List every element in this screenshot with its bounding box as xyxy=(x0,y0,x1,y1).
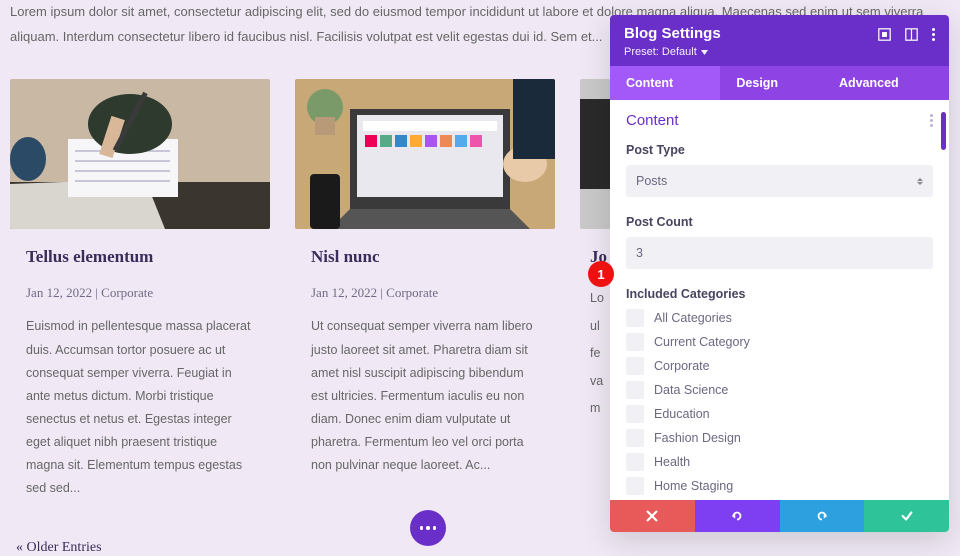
section-title[interactable]: Content xyxy=(626,112,679,129)
fab-button[interactable] xyxy=(410,510,446,546)
category-label: Current Category xyxy=(654,335,750,349)
checkbox[interactable] xyxy=(626,453,644,471)
post-title[interactable]: Tellus elementum xyxy=(26,247,254,267)
checkbox[interactable] xyxy=(626,309,644,327)
post-thumbnail[interactable] xyxy=(10,79,270,229)
category-row[interactable]: Corporate xyxy=(626,357,933,375)
tab-content[interactable]: Content xyxy=(610,66,720,100)
category-label: Corporate xyxy=(654,359,710,373)
category-row[interactable]: All Categories xyxy=(626,309,933,327)
redo-button[interactable] xyxy=(780,500,865,532)
checkbox[interactable] xyxy=(626,405,644,423)
settings-panel: Blog Settings Preset: Default Content De… xyxy=(610,15,949,532)
post-meta: Jan 12, 2022 | Corporate xyxy=(311,285,539,301)
kebab-menu-icon[interactable] xyxy=(932,28,935,41)
preset-dropdown[interactable]: Preset: Default xyxy=(624,46,721,58)
category-label: Health xyxy=(654,455,690,469)
tabs: Content Design Advanced xyxy=(610,66,949,100)
panel-title: Blog Settings xyxy=(624,25,721,42)
category-label: Data Science xyxy=(654,383,728,397)
category-row[interactable]: Health xyxy=(626,453,933,471)
category-row[interactable]: Data Science xyxy=(626,381,933,399)
post-card: Jo Lo ul fe va m xyxy=(580,79,610,500)
select-caret-icon xyxy=(917,178,923,185)
save-button[interactable] xyxy=(864,500,949,532)
checkbox[interactable] xyxy=(626,477,644,495)
post-count-label: Post Count xyxy=(626,215,933,229)
section-menu-icon[interactable] xyxy=(930,114,933,127)
post-card: Nisl nunc Jan 12, 2022 | Corporate Ut co… xyxy=(295,79,555,500)
expand-icon[interactable] xyxy=(878,28,891,41)
panel-body: Content Post Type Posts Post Count 3 Inc… xyxy=(610,100,949,500)
category-label: Home Staging xyxy=(654,479,733,493)
cancel-button[interactable] xyxy=(610,500,695,532)
category-list: All Categories Current Category Corporat… xyxy=(626,309,933,500)
checkbox[interactable] xyxy=(626,333,644,351)
post-count-input[interactable]: 3 xyxy=(626,237,933,269)
step-badge: 1 xyxy=(588,261,614,287)
redo-icon xyxy=(815,509,829,523)
category-row[interactable]: Current Category xyxy=(626,333,933,351)
undo-button[interactable] xyxy=(695,500,780,532)
post-title[interactable]: Nisl nunc xyxy=(311,247,539,267)
panel-footer xyxy=(610,500,949,532)
post-type-value: Posts xyxy=(636,174,667,188)
panel-header: Blog Settings Preset: Default xyxy=(610,15,949,66)
columns-icon[interactable] xyxy=(905,28,918,41)
post-meta: Jan 12, 2022 | Corporate xyxy=(26,285,254,301)
category-row[interactable]: Education xyxy=(626,405,933,423)
category-row[interactable]: Fashion Design xyxy=(626,429,933,447)
checkbox[interactable] xyxy=(626,357,644,375)
checkbox[interactable] xyxy=(626,429,644,447)
category-label: Education xyxy=(654,407,710,421)
post-excerpt: Ut consequat semper viverra nam libero j… xyxy=(311,315,539,477)
chevron-down-icon xyxy=(701,50,708,55)
check-icon xyxy=(900,509,914,523)
category-label: All Categories xyxy=(654,311,732,325)
preset-label: Preset: Default xyxy=(624,46,697,58)
tab-advanced[interactable]: Advanced xyxy=(823,66,949,100)
category-label: Fashion Design xyxy=(654,431,741,445)
category-row[interactable]: Home Staging xyxy=(626,477,933,495)
post-thumbnail[interactable] xyxy=(580,79,610,229)
tab-design[interactable]: Design xyxy=(720,66,823,100)
checkbox[interactable] xyxy=(626,381,644,399)
older-entries-link[interactable]: « Older Entries xyxy=(10,540,950,556)
post-thumbnail[interactable] xyxy=(295,79,555,229)
categories-label: Included Categories xyxy=(626,287,933,301)
post-excerpt: Lo ul fe va m xyxy=(590,285,606,423)
post-card: Tellus elementum Jan 12, 2022 | Corporat… xyxy=(10,79,270,500)
undo-icon xyxy=(730,509,744,523)
close-icon xyxy=(645,509,659,523)
post-excerpt: Euismod in pellentesque massa placerat d… xyxy=(26,315,254,500)
post-type-label: Post Type xyxy=(626,143,933,157)
post-type-select[interactable]: Posts xyxy=(626,165,933,197)
scrollbar[interactable] xyxy=(941,112,946,150)
